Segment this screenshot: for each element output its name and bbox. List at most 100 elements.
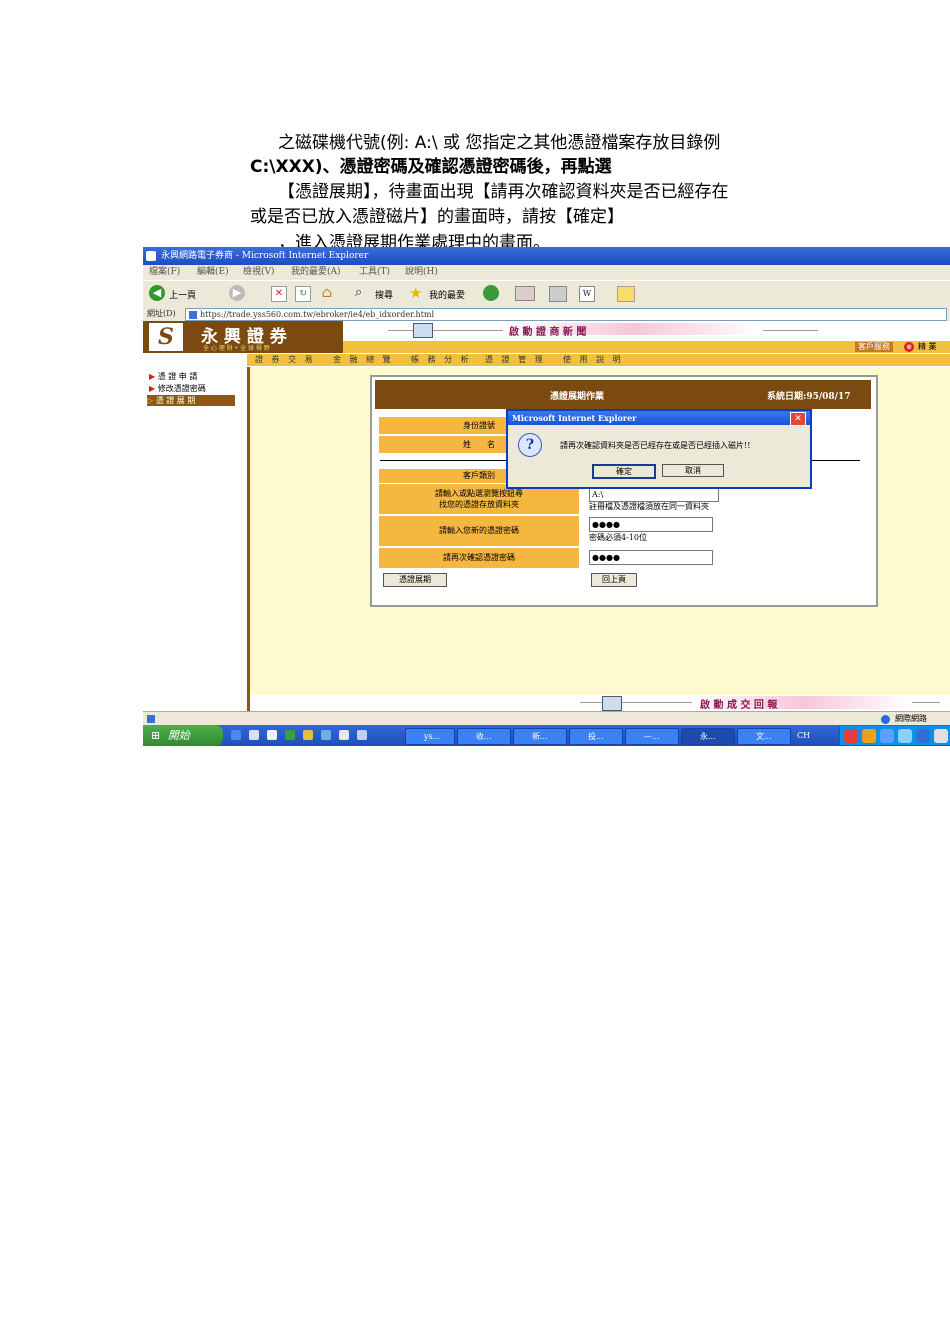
favorites-button-label[interactable]: 我的最愛 bbox=[429, 288, 465, 301]
quicklaunch-app-icon[interactable] bbox=[339, 730, 349, 740]
task-label: 文... bbox=[756, 732, 772, 741]
page-status-icon bbox=[147, 715, 155, 723]
folder-label-line2: 找您的憑證存放資料夾 bbox=[439, 500, 519, 509]
logout-tail[interactable]: 精 業 bbox=[918, 342, 937, 352]
address-label: 網址(D) bbox=[147, 309, 176, 318]
tray-icon[interactable] bbox=[844, 729, 858, 743]
site-header: S 永 興 證 券 全 心 理 財 • 全 球 視 野 啟 動 證 商 新 聞 … bbox=[143, 321, 950, 353]
folder-note: 註冊檔及憑證檔須放在同一資料夾 bbox=[589, 502, 709, 511]
quicklaunch-icon[interactable] bbox=[249, 730, 259, 740]
mail-icon[interactable] bbox=[515, 286, 535, 301]
go-back-button[interactable]: 回上頁 bbox=[591, 573, 637, 587]
menu-file[interactable]: 檔案(F) bbox=[149, 265, 180, 280]
question-icon: ? bbox=[518, 433, 542, 457]
sidebar-item-apply[interactable]: ▶ 憑 證 申 請 bbox=[149, 371, 197, 382]
doc-line-3: 【憑證展期】，待畫面出現【請再次確認資料夾是否已經存在 bbox=[278, 182, 729, 202]
menu-view[interactable]: 檢視(V) bbox=[243, 265, 275, 280]
confirm-dialog: Microsoft Internet Explorer ✕ ? 請再次確認資料夾… bbox=[506, 409, 812, 489]
address-input[interactable]: https://trade.yss560.com.tw/ebroker/ie4/… bbox=[185, 308, 947, 321]
new-password-input[interactable]: ●●●● bbox=[589, 517, 713, 532]
quicklaunch-excel-icon[interactable] bbox=[285, 730, 295, 740]
sidebar-item-label: 憑 證 申 請 bbox=[157, 372, 198, 381]
quicklaunch-app-icon[interactable] bbox=[303, 730, 313, 740]
back-arrow-icon[interactable]: ◀ bbox=[149, 285, 165, 301]
word-edit-icon[interactable]: W bbox=[579, 286, 595, 302]
nav-finance-overview[interactable]: 金 融 總 覽 bbox=[333, 355, 394, 365]
history-icon[interactable] bbox=[483, 285, 499, 301]
folder-input[interactable]: A:\ bbox=[589, 487, 719, 502]
task-ys[interactable]: ys... bbox=[405, 728, 455, 745]
back-button-label[interactable]: 上一頁 bbox=[169, 288, 196, 301]
red-triangle-icon: ▶ bbox=[149, 372, 156, 381]
taskbar: ⊞ 開始 ys... 收... 新... 投... —... 永... 文...… bbox=[143, 725, 950, 746]
start-button[interactable]: ⊞ 開始 bbox=[143, 725, 223, 746]
report-icon bbox=[602, 696, 622, 711]
folder-icon[interactable] bbox=[617, 286, 635, 302]
windows-logo-icon: ⊞ bbox=[151, 729, 161, 742]
menu-edit[interactable]: 編輯(E) bbox=[197, 265, 229, 280]
dialog-close-icon[interactable]: ✕ bbox=[790, 412, 806, 426]
nav-securities-trading[interactable]: 證 券 交 易 bbox=[255, 355, 316, 365]
search-icon[interactable]: ⌕ bbox=[355, 285, 371, 301]
language-indicator[interactable]: CH bbox=[797, 728, 810, 743]
tray-icon[interactable] bbox=[880, 729, 894, 743]
dialog-cancel-button[interactable]: 取消 bbox=[662, 464, 724, 477]
stop-icon[interactable]: ✕ bbox=[271, 286, 287, 302]
task-label: 投... bbox=[588, 732, 604, 741]
password-note: 密碼必須4-10位 bbox=[589, 533, 647, 542]
dialog-ok-button[interactable]: 確定 bbox=[592, 464, 656, 479]
menu-help[interactable]: 說明(H) bbox=[405, 265, 438, 280]
task-document[interactable]: 文... bbox=[737, 728, 791, 745]
sidebar-item-label: 修改憑證密碼 bbox=[157, 384, 206, 393]
refresh-icon[interactable]: ↻ bbox=[295, 286, 311, 302]
quicklaunch-app-icon[interactable] bbox=[321, 730, 331, 740]
form-header: 憑證展期作業 系統日期:95/08/17 bbox=[375, 380, 871, 409]
confirm-password-input[interactable]: ●●●● bbox=[589, 550, 713, 565]
tray-icon[interactable] bbox=[916, 729, 930, 743]
system-tray bbox=[839, 726, 950, 745]
renew-certificate-button[interactable]: 憑證展期 bbox=[383, 573, 447, 587]
sidebar-item-renew[interactable]: ▷ 憑 證 展 期 bbox=[147, 395, 235, 406]
nav-account-analysis[interactable]: 帳 務 分 析 bbox=[411, 355, 472, 365]
quicklaunch-app-icon[interactable] bbox=[357, 730, 367, 740]
quicklaunch-ie-icon[interactable] bbox=[231, 730, 241, 740]
home-icon[interactable]: ⌂ bbox=[319, 285, 335, 301]
marquee-top-text[interactable]: 啟 動 證 商 新 聞 bbox=[509, 323, 586, 338]
nav-certificate-management[interactable]: 憑 證 管 理 bbox=[485, 355, 546, 365]
tray-icon[interactable] bbox=[862, 729, 876, 743]
confirm-password-label: 請再次確認憑證密碼 bbox=[379, 548, 579, 568]
ie-page-icon bbox=[146, 251, 156, 261]
marquee-bottom-text[interactable]: 啟 動 成 交 回 報 bbox=[700, 696, 777, 711]
browser-screenshot: 永興網路電子券商 - Microsoft Internet Explorer 檔… bbox=[143, 247, 950, 746]
task-new[interactable]: 新... bbox=[513, 728, 567, 745]
menu-tools[interactable]: 工具(T) bbox=[359, 265, 390, 280]
dialog-title: Microsoft Internet Explorer bbox=[512, 413, 637, 423]
doc-line-4: 或是否已放入憑證磁片】的畫面時，請按【確定】 bbox=[250, 207, 624, 227]
doc-line-1: 之磁碟機代號(例: A:\ 或 您指定之其他憑證檔案存放目錄例 bbox=[278, 133, 721, 153]
form-title: 憑證展期作業 bbox=[550, 392, 605, 402]
search-button-label[interactable]: 搜尋 bbox=[375, 288, 393, 301]
sidebar-item-change-password[interactable]: ▶ 修改憑證密碼 bbox=[149, 383, 206, 394]
favorites-star-icon[interactable]: ★ bbox=[409, 284, 422, 302]
menu-favorites[interactable]: 我的最愛(A) bbox=[291, 265, 341, 280]
window-titlebar: 永興網路電子券商 - Microsoft Internet Explorer bbox=[143, 247, 950, 265]
brand-logo-icon: S bbox=[149, 323, 183, 351]
folder-label-line1: 請輸入或點選瀏覽按鈕尋 bbox=[435, 489, 523, 498]
customer-service-link[interactable]: 客戶服務 bbox=[855, 342, 893, 352]
task-label: —... bbox=[644, 732, 660, 741]
tray-icon[interactable] bbox=[898, 729, 912, 743]
news-icon bbox=[413, 323, 433, 338]
task-inbox[interactable]: 收... bbox=[457, 728, 511, 745]
menu-bar: 檔案(F) 編輯(E) 檢視(V) 我的最愛(A) 工具(T) 說明(H) bbox=[143, 265, 950, 280]
forward-arrow-icon[interactable]: ▶ bbox=[229, 285, 245, 301]
print-icon[interactable] bbox=[549, 286, 567, 302]
web-page: S 永 興 證 券 全 心 理 財 • 全 球 視 野 啟 動 證 商 新 聞 … bbox=[143, 321, 950, 711]
task-yongxing[interactable]: 永... bbox=[681, 728, 735, 745]
task-invest[interactable]: 投... bbox=[569, 728, 623, 745]
nav-user-guide[interactable]: 使 用 說 明 bbox=[563, 355, 624, 365]
address-url: https://trade.yss560.com.tw/ebroker/ie4/… bbox=[200, 310, 435, 319]
logout-icon[interactable]: ⊗ bbox=[904, 342, 914, 352]
quicklaunch-word-icon[interactable] bbox=[267, 730, 277, 740]
tray-icon[interactable] bbox=[934, 729, 948, 743]
task-app[interactable]: —... bbox=[625, 728, 679, 745]
